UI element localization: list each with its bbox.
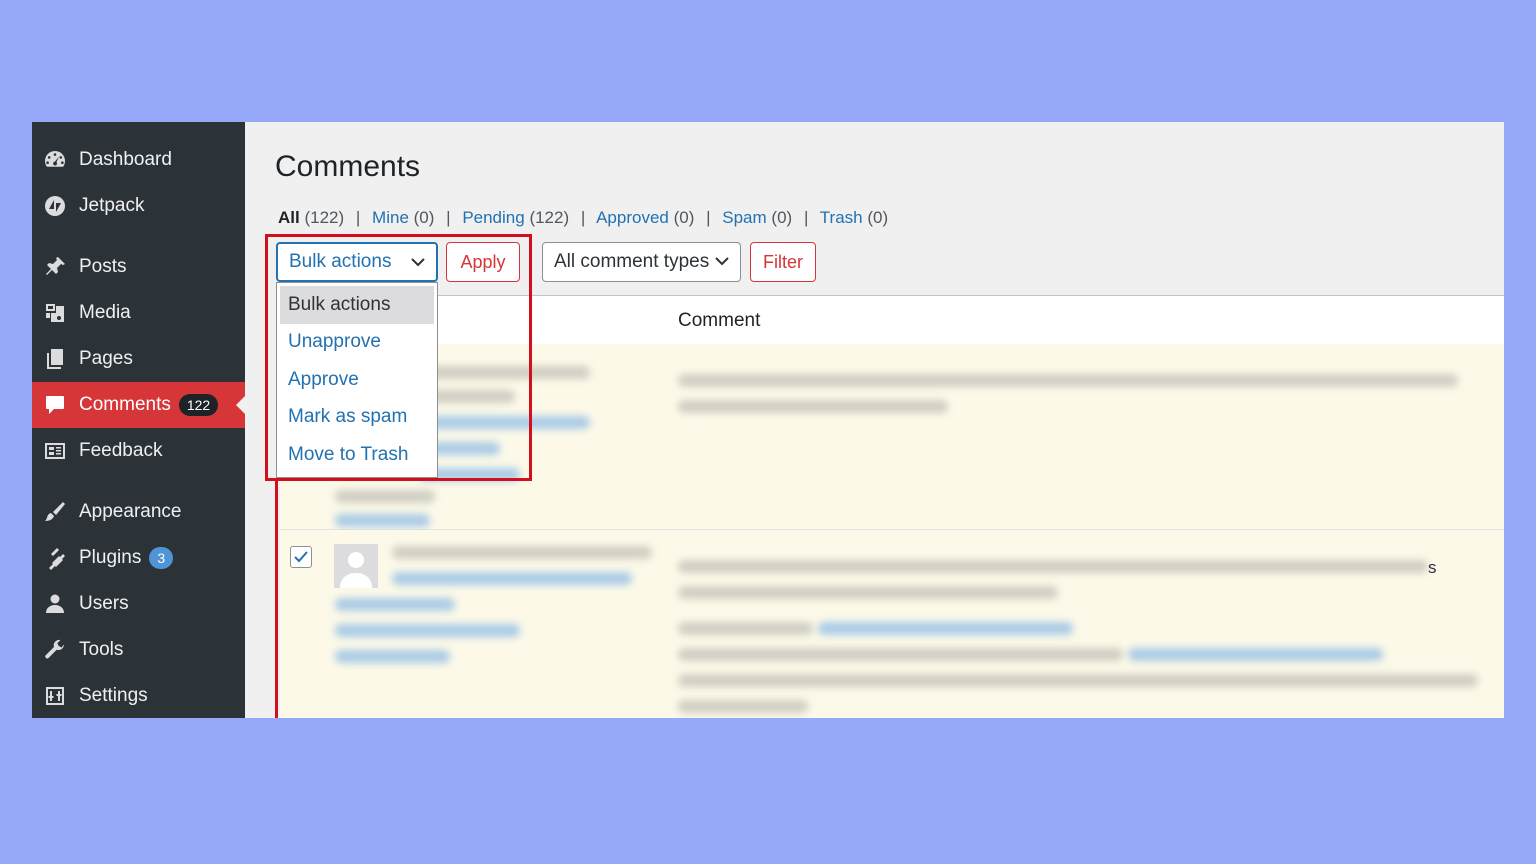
blurred-comment-line — [678, 674, 1478, 687]
table-row: s — [280, 530, 1504, 718]
filter-separator: | — [446, 208, 451, 227]
blurred-text — [335, 490, 435, 503]
filter-pending[interactable]: Pending — [462, 208, 524, 227]
blurred-comment-line — [678, 560, 1428, 573]
blurred-comment-line — [678, 374, 1458, 387]
sidebar-item-feedback[interactable]: Feedback — [32, 428, 245, 474]
comment-status-filters: All (122) | Mine (0) | Pending (122) | A… — [278, 208, 888, 228]
sidebar-item-label: Tools — [79, 639, 124, 660]
media-icon — [42, 300, 68, 326]
pages-icon — [42, 346, 68, 372]
filter-spam[interactable]: Spam — [722, 208, 766, 227]
sidebar-item-users[interactable]: Users — [32, 581, 245, 627]
avatar — [334, 544, 378, 588]
sidebar-item-media[interactable]: Media — [32, 290, 245, 336]
filter-all-count: (122) — [304, 208, 345, 227]
filter-button[interactable]: Filter — [750, 242, 816, 282]
comment-icon — [42, 392, 68, 418]
jetpack-icon — [42, 193, 68, 219]
chevron-down-icon — [713, 252, 731, 270]
sliders-icon — [42, 683, 68, 709]
sidebar-item-comments[interactable]: Comments 122 — [32, 382, 245, 428]
filter-spam-count: (0) — [771, 208, 793, 227]
blurred-author-url — [392, 572, 632, 585]
filter-pending-count: (122) — [529, 208, 570, 227]
sidebar-item-label: Posts — [79, 256, 127, 277]
admin-sidebar: Dashboard Jetpack Posts Media Pages Comm… — [32, 122, 245, 718]
blurred-comment-line — [678, 400, 948, 413]
sidebar-item-plugins[interactable]: Plugins 3 — [32, 535, 245, 581]
blurred-author-ip — [335, 650, 450, 663]
filter-mine-count: (0) — [413, 208, 435, 227]
filter-trash-count: (0) — [867, 208, 889, 227]
sidebar-item-label: Comments — [79, 394, 171, 415]
filter-all[interactable]: All — [278, 208, 300, 227]
sidebar-item-label: Plugins — [79, 547, 142, 568]
sidebar-item-pages[interactable]: Pages — [32, 336, 245, 382]
filter-trash[interactable]: Trash — [820, 208, 863, 227]
filter-approved-count: (0) — [673, 208, 695, 227]
sidebar-item-posts[interactable]: Posts — [32, 244, 245, 290]
sidebar-item-label: Pages — [79, 348, 133, 369]
sidebar-item-label: Jetpack — [79, 195, 145, 216]
blurred-comment-line — [678, 648, 1123, 661]
blurred-author-email — [335, 624, 520, 637]
blurred-author-name — [392, 546, 652, 559]
user-icon — [42, 591, 68, 617]
wrench-icon — [42, 637, 68, 663]
plugins-count-badge: 3 — [149, 547, 174, 569]
main-content: Comments All (122) | Mine (0) | Pending … — [245, 122, 1504, 718]
blurred-comment-link — [818, 622, 1073, 635]
column-header-comment[interactable]: Comment — [678, 310, 760, 332]
sidebar-item-label: Feedback — [79, 440, 163, 461]
blurred-comment-line — [678, 622, 813, 635]
comments-count-badge: 122 — [178, 394, 219, 416]
sidebar-item-label: Media — [79, 302, 131, 323]
highlight-annotation-box — [265, 234, 532, 481]
filter-separator: | — [355, 208, 361, 227]
blurred-comment-line — [678, 700, 808, 713]
sidebar-item-label: Appearance — [79, 501, 182, 522]
sidebar-item-dashboard[interactable]: Dashboard — [32, 137, 245, 183]
filter-separator: | — [580, 208, 586, 227]
comment-type-value: All comment types — [554, 251, 710, 272]
brush-icon — [42, 499, 68, 525]
pin-icon — [42, 254, 68, 280]
filter-separator: | — [706, 208, 711, 227]
sidebar-item-settings[interactable]: Settings — [32, 673, 245, 718]
blurred-author-email — [335, 598, 455, 611]
highlight-annotation-line — [275, 480, 278, 718]
wp-admin-window: Dashboard Jetpack Posts Media Pages Comm… — [32, 122, 1504, 718]
sidebar-item-jetpack[interactable]: Jetpack — [32, 183, 245, 229]
blurred-comment-link — [1128, 648, 1383, 661]
sidebar-item-tools[interactable]: Tools — [32, 627, 245, 673]
page-title: Comments — [275, 150, 421, 183]
sidebar-item-label: Settings — [79, 685, 148, 706]
sidebar-item-appearance[interactable]: Appearance — [32, 489, 245, 535]
sidebar-item-label: Dashboard — [79, 149, 172, 170]
comment-type-select[interactable]: All comment types — [542, 242, 741, 282]
comment-text-fragment: s — [1428, 558, 1437, 577]
filter-approved[interactable]: Approved — [596, 208, 669, 227]
plug-icon — [42, 545, 68, 571]
sidebar-item-label: Users — [79, 593, 129, 614]
row-checkbox[interactable] — [290, 546, 312, 568]
blurred-text — [335, 514, 430, 527]
feedback-icon — [42, 438, 68, 464]
dashboard-icon — [42, 147, 68, 173]
filter-mine[interactable]: Mine — [372, 208, 409, 227]
filter-separator: | — [803, 208, 809, 227]
blurred-comment-line — [678, 586, 1058, 599]
